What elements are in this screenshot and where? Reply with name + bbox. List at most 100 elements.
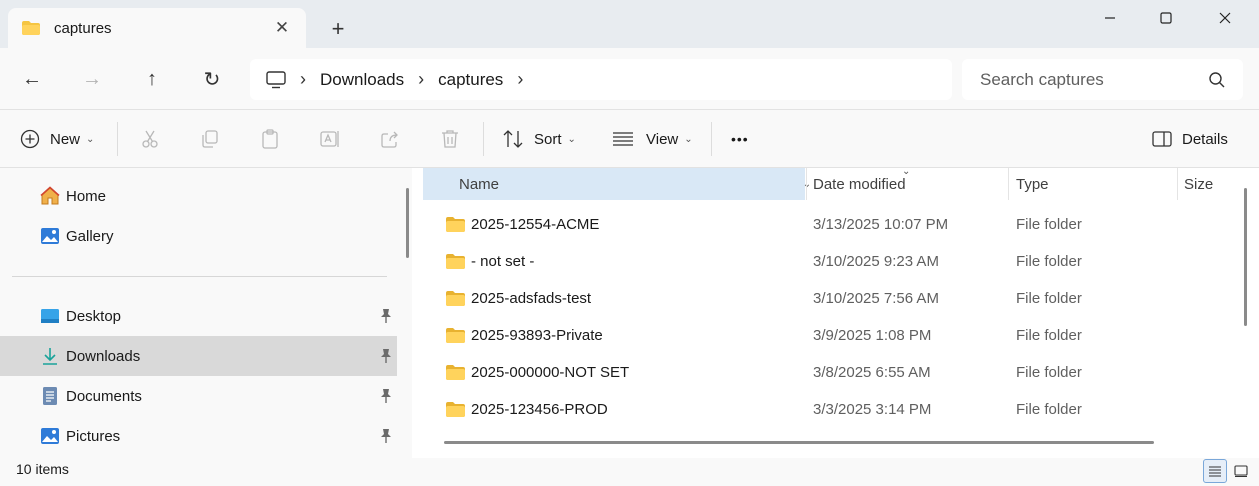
sidebar-item-documents[interactable]: Documents [0, 376, 397, 416]
desktop-icon [40, 306, 60, 326]
view-button[interactable]: View ⌄ [612, 124, 693, 154]
sidebar-item-home[interactable]: Home [0, 176, 397, 216]
sidebar-item-pictures[interactable]: Pictures [0, 416, 397, 456]
item-count: 10 items [16, 461, 69, 477]
new-button[interactable]: New ⌄ [20, 124, 94, 154]
breadcrumb-downloads[interactable]: Downloads [320, 70, 404, 90]
minimize-button[interactable] [1087, 4, 1133, 32]
tab-title: captures [54, 19, 112, 37]
column-divider[interactable] [806, 168, 807, 200]
details-pane-icon [1152, 131, 1172, 147]
sort-indicator-icon: ⌄ [902, 166, 911, 177]
table-row[interactable]: 2025-93893-Private 3/9/2025 1:08 PM File… [423, 317, 1228, 354]
delete-button[interactable] [440, 124, 460, 154]
this-pc-icon[interactable] [266, 70, 286, 89]
file-date: 3/13/2025 10:07 PM [813, 216, 949, 233]
folder-icon [446, 328, 465, 343]
rename-button[interactable] [320, 124, 340, 154]
paste-button[interactable] [260, 124, 280, 154]
sidebar-item-downloads[interactable]: Downloads [0, 336, 397, 376]
column-header-label: Date modified [813, 175, 906, 193]
sort-button[interactable]: Sort ⌄ [502, 124, 576, 154]
back-button[interactable]: ← [17, 64, 47, 94]
share-button[interactable] [380, 124, 400, 154]
column-header-size[interactable]: Size [1184, 168, 1234, 200]
table-row[interactable]: 2025-000000-NOT SET 3/8/2025 6:55 AM Fil… [423, 354, 1228, 391]
sidebar-item-label: Documents [66, 387, 142, 405]
pin-icon[interactable] [379, 308, 393, 324]
search-input[interactable] [962, 59, 1243, 100]
cut-button[interactable] [140, 124, 160, 154]
file-type: File folder [1016, 253, 1082, 270]
file-type: File folder [1016, 401, 1082, 418]
refresh-button[interactable]: ↻ [197, 64, 227, 94]
documents-icon [40, 386, 60, 406]
pin-icon[interactable] [379, 428, 393, 444]
sidebar-item-label: Home [66, 187, 107, 205]
folder-icon [446, 402, 465, 417]
breadcrumb-separator[interactable]: › [300, 69, 306, 90]
file-type: File folder [1016, 290, 1082, 307]
maximize-button[interactable] [1143, 4, 1189, 32]
file-explorer-window: captures ✕ + ← → ↑ ↻ › Downloads › captu… [0, 0, 1259, 486]
up-button[interactable]: ↑ [137, 64, 167, 94]
forward-button[interactable]: → [77, 64, 107, 94]
chevron-down-icon: ⌄ [86, 133, 95, 145]
details-view-icon [1209, 466, 1221, 477]
table-row[interactable]: - not set - 3/10/2025 9:23 AM File folde… [423, 243, 1228, 280]
close-window-button[interactable] [1202, 4, 1248, 32]
column-divider[interactable] [1008, 168, 1009, 200]
tiles-view-button[interactable] [1229, 459, 1253, 483]
pin-icon[interactable] [379, 388, 393, 404]
details-view-button[interactable] [1203, 459, 1227, 483]
folder-icon [446, 217, 465, 232]
divider [483, 122, 484, 156]
file-date: 3/8/2025 6:55 AM [813, 364, 931, 381]
sidebar-item-label: Desktop [66, 307, 122, 325]
column-header-name[interactable]: Name ⌄ [423, 168, 811, 200]
details-button[interactable]: Details [1152, 124, 1228, 154]
table-row[interactable]: 2025-12554-ACME 3/13/2025 10:07 PM File … [423, 206, 1228, 243]
navigation-pane: Home Gallery Desktop Downloads Documents… [0, 168, 412, 458]
divider [117, 122, 118, 156]
sidebar-item-label: Pictures [66, 427, 121, 445]
tiles-view-icon [1234, 465, 1248, 477]
file-type: File folder [1016, 327, 1082, 344]
more-options-button[interactable]: ••• [731, 124, 749, 154]
column-header-type[interactable]: Type [1016, 168, 1176, 200]
column-divider[interactable] [1177, 168, 1178, 200]
sort-label: Sort [534, 130, 562, 148]
chevron-down-icon: ⌄ [567, 133, 576, 145]
vertical-scrollbar[interactable] [1244, 188, 1247, 326]
minimize-icon [1105, 17, 1115, 19]
sidebar-divider [12, 276, 387, 277]
file-name: 2025-93893-Private [471, 327, 603, 344]
copy-icon [202, 130, 218, 148]
column-header-label: Name [459, 175, 500, 193]
new-label: New [50, 130, 81, 148]
chevron-down-icon: ⌄ [684, 133, 693, 145]
view-list-icon [613, 132, 633, 146]
file-list: Name ⌄ Date modified ⌄ Type Size 2025-12… [412, 166, 1259, 458]
file-date: 3/9/2025 1:08 PM [813, 327, 932, 344]
pin-icon[interactable] [379, 348, 393, 364]
plus-circle-icon [20, 129, 40, 149]
share-icon [381, 131, 398, 148]
table-row[interactable]: 2025-adsfads-test 3/10/2025 7:56 AM File… [423, 280, 1228, 317]
table-row[interactable]: 2025-123456-PROD 3/3/2025 3:14 PM File f… [423, 391, 1228, 428]
column-header-label: Size [1184, 175, 1214, 193]
breadcrumb-separator[interactable]: › [418, 69, 424, 90]
horizontal-scrollbar[interactable] [444, 441, 1154, 444]
folder-icon [22, 21, 40, 35]
breadcrumb-separator[interactable]: › [517, 69, 523, 90]
new-tab-button[interactable]: + [326, 17, 350, 41]
address-bar[interactable]: › Downloads › captures › [250, 59, 952, 100]
close-tab-icon[interactable]: ✕ [272, 18, 292, 38]
tab-captures[interactable]: captures ✕ [8, 8, 306, 48]
sidebar-scrollbar[interactable] [406, 188, 409, 258]
sidebar-item-gallery[interactable]: Gallery [0, 216, 397, 256]
breadcrumb-captures[interactable]: captures [438, 70, 503, 90]
copy-button[interactable] [200, 124, 220, 154]
sidebar-item-desktop[interactable]: Desktop [0, 296, 397, 336]
search-icon[interactable] [1208, 71, 1226, 89]
